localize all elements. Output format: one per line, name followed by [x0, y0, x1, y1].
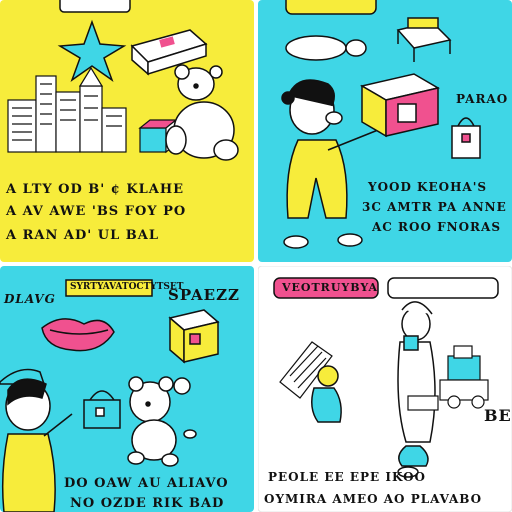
- caption-line-1: YOOD KEOHA'S: [368, 180, 488, 194]
- oval-label: [285, 35, 347, 61]
- banner-text: SYRTYAVATOCTYTSET: [70, 282, 184, 292]
- oval-label: [345, 39, 367, 57]
- caption-line-2: 3C AMTR PA ANNE: [362, 200, 507, 214]
- caption-line-3: A RAN AD' UL BAL: [6, 228, 159, 243]
- caption-line-1: PEOLE EE EPE IKOO: [268, 470, 426, 484]
- sign-board: [59, 0, 131, 13]
- banner-box-empty: [387, 277, 499, 299]
- ball-icon: [173, 377, 191, 395]
- sign-text: PARAO: [456, 92, 509, 106]
- caption-line-3: AC ROO FNORAS: [372, 220, 501, 234]
- panel-top-right: PARAO YOOD KEOHA'S 3C AMTR PA ANNE AC RO…: [258, 0, 512, 262]
- side-text: BE: [484, 406, 512, 425]
- comic-sheet: A LTY OD B' ¢ KLAHE A AV AWE 'BS FOY PO …: [0, 0, 512, 512]
- sign-board: [285, 0, 377, 15]
- caption-line-2: A AV AWE 'BS FOY PO: [6, 204, 187, 219]
- caption-top-left: DLAVG: [4, 292, 56, 306]
- caption-line-2: NO OZDE RIK BAD: [70, 496, 225, 511]
- caption-line-2: OYMIRA AMEO AO PLAVABO: [264, 492, 483, 506]
- banner-text: VEOTRUYBYA: [282, 281, 379, 294]
- caption-line-1: DO OAW AU ALIAVO: [64, 476, 229, 491]
- caption-top-right: SPAEZZ: [168, 286, 240, 304]
- yellow-box-drawing: [168, 309, 220, 364]
- panel-bottom-left: SYRTYAVATOCTYTSET DLAVG SPAEZZ DO OAW AU…: [0, 266, 254, 512]
- panel-top-left: A LTY OD B' ¢ KLAHE A AV AWE 'BS FOY PO …: [0, 0, 254, 262]
- panel-bottom-right: VEOTRUYBYA BE PEOLE EE EPE IKOO OYMIRA A…: [258, 266, 512, 512]
- box-drawing: [359, 73, 441, 138]
- caption-line-1: A LTY OD B' ¢ KLAHE: [6, 182, 185, 197]
